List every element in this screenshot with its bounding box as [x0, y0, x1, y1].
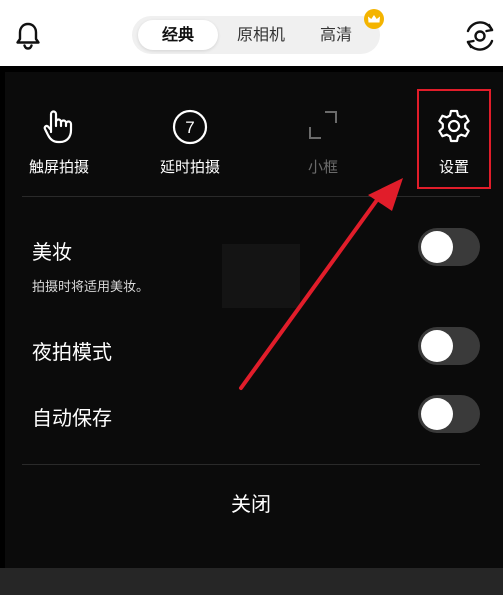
preview-ghost [222, 244, 300, 308]
bottom-strip [0, 568, 503, 595]
mode-tab-classic[interactable]: 经典 [138, 20, 218, 50]
switch-camera-icon[interactable] [462, 20, 498, 52]
svg-text:7: 7 [185, 118, 194, 137]
small-frame-icon [309, 111, 337, 139]
settings-highlight-box [417, 89, 491, 189]
bell-icon[interactable] [12, 20, 44, 52]
divider-close [22, 464, 480, 465]
auto-save-title: 自动保存 [32, 406, 112, 430]
crown-icon [364, 9, 384, 29]
timer-7-icon: 7 [172, 109, 208, 145]
close-button[interactable]: 关闭 [196, 484, 306, 524]
top-bar: 经典 原相机 高清 [0, 0, 503, 66]
night-mode-title: 夜拍模式 [32, 340, 112, 364]
tool-small-frame[interactable]: 小框 [278, 108, 368, 188]
touch-hand-icon [43, 110, 73, 144]
tool-touch-capture-label: 触屏拍摄 [28, 158, 89, 176]
beauty-subtitle: 拍摄时将适用美妆。 [32, 280, 150, 295]
tool-timer-capture-label: 延时拍摄 [159, 158, 220, 176]
mode-tab-original[interactable]: 原相机 [222, 20, 300, 50]
tool-small-frame-label: 小框 [307, 158, 338, 176]
beauty-toggle[interactable] [418, 228, 480, 266]
divider-tools [22, 196, 480, 197]
night-mode-toggle-knob [421, 330, 453, 362]
camera-mode-switcher: 经典 原相机 高清 [132, 16, 380, 54]
mode-tab-hd[interactable]: 高清 [304, 20, 368, 50]
night-mode-toggle[interactable] [418, 327, 480, 365]
beauty-title: 美妆 [32, 240, 72, 264]
auto-save-toggle[interactable] [418, 395, 480, 433]
beauty-toggle-knob [421, 231, 453, 263]
tool-timer-capture[interactable]: 7 延时拍摄 [145, 108, 235, 188]
auto-save-toggle-knob [421, 398, 453, 430]
tool-touch-capture[interactable]: 触屏拍摄 [14, 108, 104, 188]
